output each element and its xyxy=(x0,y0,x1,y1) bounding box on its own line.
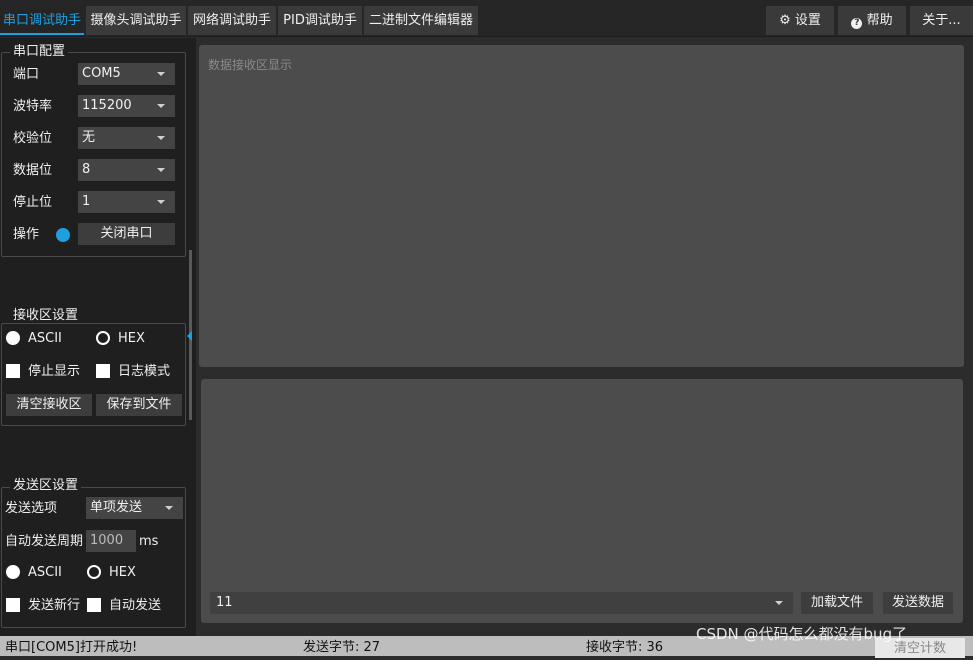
receive-ascii-radio[interactable] xyxy=(6,331,20,345)
receive-settings-title: 接收区设置 xyxy=(10,309,82,323)
databits-label: 数据位 xyxy=(13,163,53,178)
chevron-down-icon xyxy=(157,168,165,172)
parity-value: 无 xyxy=(82,130,96,145)
send-newline-label: 发送新行 xyxy=(28,598,81,613)
tab-serial-assistant[interactable]: 串口调试助手 xyxy=(0,6,84,35)
port-status-indicator xyxy=(56,228,70,242)
receive-hex-label: HEX xyxy=(118,331,145,346)
chevron-down-icon xyxy=(157,136,165,140)
send-option-label: 发送选项 xyxy=(5,501,58,516)
stopbits-value: 1 xyxy=(82,194,91,209)
tab-binary-editor[interactable]: 二进制文件编辑器 xyxy=(364,6,478,35)
auto-send-period-input[interactable]: 1000 xyxy=(86,530,136,552)
stopbits-select[interactable]: 1 xyxy=(78,191,175,213)
about-button[interactable]: 关于... xyxy=(910,6,973,35)
receive-area[interactable]: 数据接收区显示 xyxy=(199,45,964,367)
tab-network-assistant[interactable]: 网络调试助手 xyxy=(188,6,276,35)
receive-hex-radio[interactable] xyxy=(96,331,110,345)
log-mode-label: 日志模式 xyxy=(118,364,171,379)
parity-select[interactable]: 无 xyxy=(78,127,175,149)
auto-send-period-label: 自动发送周期 xyxy=(5,534,84,549)
chevron-down-icon xyxy=(165,506,173,510)
receive-ascii-label: ASCII xyxy=(28,331,62,346)
send-option-select[interactable]: 单项发送 xyxy=(86,497,183,519)
tab-camera-assistant[interactable]: 摄像头调试助手 xyxy=(86,6,186,35)
chevron-down-icon xyxy=(775,601,783,605)
operation-label: 操作 xyxy=(13,227,40,242)
tab-bar: 串口调试助手 摄像头调试助手 网络调试助手 PID调试助手 二进制文件编辑器 ⚙… xyxy=(0,0,973,37)
send-history-combo[interactable]: 11 xyxy=(210,592,793,614)
baud-label: 波特率 xyxy=(13,99,53,114)
stop-display-checkbox[interactable] xyxy=(6,364,20,378)
serial-config-title: 串口配置 xyxy=(10,45,69,59)
port-select[interactable]: COM5 xyxy=(78,63,175,85)
help-button[interactable]: ? 帮助 xyxy=(838,6,906,35)
sent-bytes: 发送字节: 27 xyxy=(303,640,381,655)
period-unit-label: ms xyxy=(139,534,159,549)
send-ascii-radio[interactable] xyxy=(6,565,20,579)
chevron-down-icon xyxy=(157,72,165,76)
receive-placeholder: 数据接收区显示 xyxy=(208,58,293,72)
settings-label: 设置 xyxy=(794,13,821,28)
send-ascii-label: ASCII xyxy=(28,565,62,580)
help-icon: ? xyxy=(851,18,863,29)
settings-button[interactable]: ⚙ 设置 xyxy=(766,6,834,35)
parity-label: 校验位 xyxy=(13,131,53,146)
send-settings-title: 发送区设置 xyxy=(10,479,82,493)
send-data-button[interactable]: 发送数据 xyxy=(883,592,953,614)
auto-send-label: 自动发送 xyxy=(109,598,162,613)
tab-pid-assistant[interactable]: PID调试助手 xyxy=(278,6,362,35)
port-value: COM5 xyxy=(82,66,121,81)
gear-icon: ⚙ xyxy=(779,13,791,28)
baud-value: 115200 xyxy=(82,98,132,113)
stopbits-label: 停止位 xyxy=(13,195,53,210)
watermark-text: CSDN @代码怎么都没有bug了 xyxy=(696,625,908,643)
send-hex-label: HEX xyxy=(109,565,136,580)
log-mode-checkbox[interactable] xyxy=(96,364,110,378)
send-hex-radio[interactable] xyxy=(87,565,101,579)
save-to-file-button[interactable]: 保存到文件 xyxy=(96,394,182,416)
collapse-arrow-icon[interactable] xyxy=(187,331,192,341)
chevron-down-icon xyxy=(157,200,165,204)
stop-display-label: 停止显示 xyxy=(28,364,81,379)
send-option-value: 单项发送 xyxy=(90,500,143,515)
databits-select[interactable]: 8 xyxy=(78,159,175,181)
load-file-button[interactable]: 加载文件 xyxy=(801,592,873,614)
clear-receive-button[interactable]: 清空接收区 xyxy=(6,394,92,416)
close-port-button[interactable]: 关闭串口 xyxy=(78,223,175,245)
baud-select[interactable]: 115200 xyxy=(78,95,175,117)
received-bytes: 接收字节: 36 xyxy=(586,640,664,655)
send-newline-checkbox[interactable] xyxy=(6,598,20,612)
auto-send-checkbox[interactable] xyxy=(87,598,101,612)
chevron-down-icon xyxy=(157,104,165,108)
port-label: 端口 xyxy=(13,67,40,82)
help-label: 帮助 xyxy=(866,13,893,28)
status-message: 串口[COM5]打开成功! xyxy=(5,640,138,655)
send-text-area[interactable] xyxy=(201,379,963,623)
databits-value: 8 xyxy=(82,162,91,177)
send-input-value: 11 xyxy=(216,595,233,610)
